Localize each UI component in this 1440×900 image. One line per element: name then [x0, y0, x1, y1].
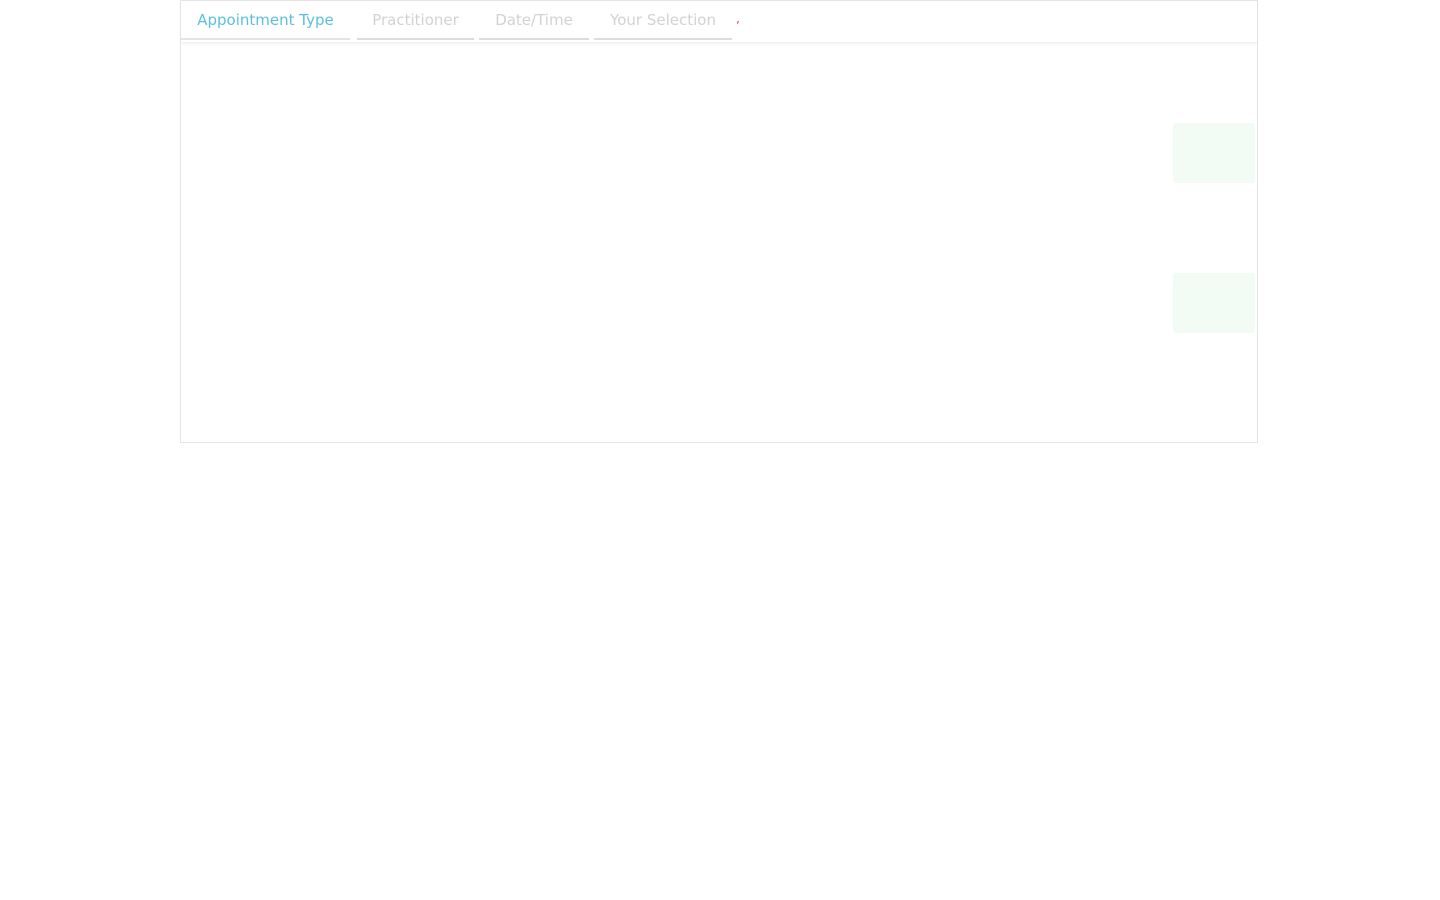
booking-step-tabs: Appointment Type Practitioner Date/Time … [181, 1, 1257, 43]
select-appointment-button[interactable] [1173, 273, 1255, 333]
loading-indicator-icon: ’ [736, 19, 740, 33]
appointment-type-item [201, 246, 1255, 366]
tab-practitioner[interactable]: Practitioner [357, 1, 474, 40]
tab-your-selection[interactable]: Your Selection [594, 1, 732, 40]
appointment-type-item [201, 101, 1255, 221]
tab-appointment-type[interactable]: Appointment Type [181, 1, 350, 40]
booking-widget: Appointment Type Practitioner Date/Time … [180, 0, 1258, 443]
select-appointment-button[interactable] [1173, 123, 1255, 183]
tab-date-time[interactable]: Date/Time [479, 1, 589, 40]
